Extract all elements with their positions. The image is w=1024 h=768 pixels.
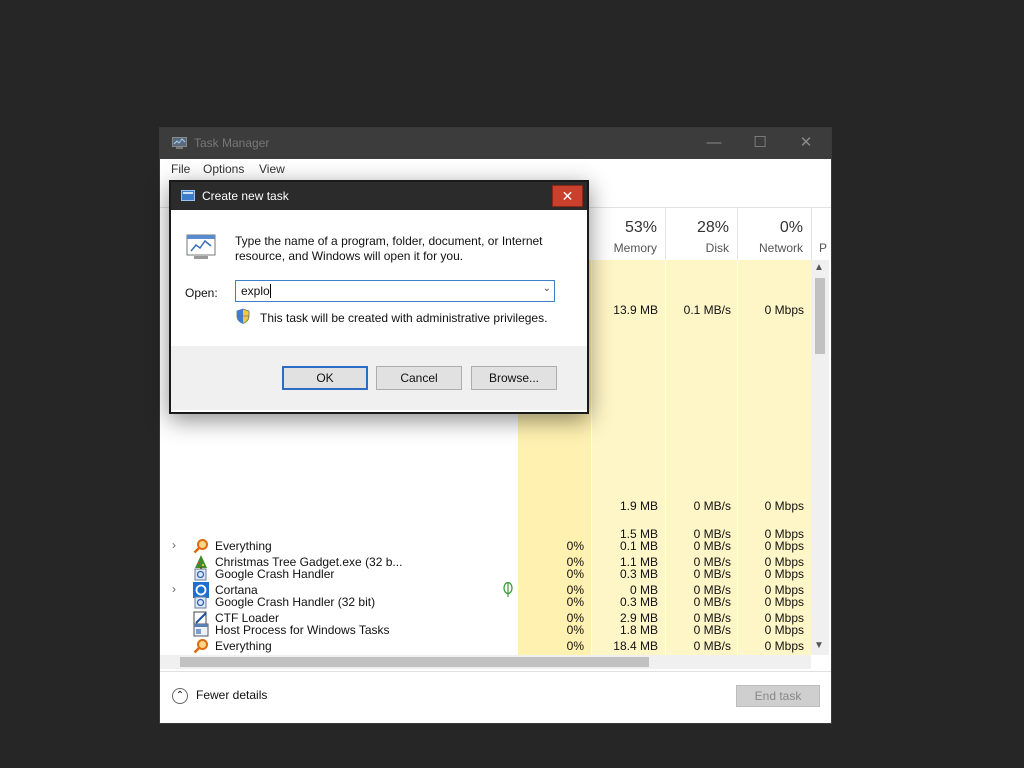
chevron-down-icon[interactable]: ⌄ — [543, 283, 551, 294]
network-value: 0 Mbps — [764, 499, 804, 513]
window-title: Task Manager — [194, 136, 270, 150]
dialog-titlebar[interactable]: Create new task ✕ — [171, 182, 587, 210]
task-manager-icon — [172, 137, 187, 149]
host-process-icon — [193, 623, 209, 637]
cpu-value: 0% — [566, 539, 584, 553]
disk-value: 0 MB/s — [693, 595, 731, 609]
magnifier-icon — [193, 539, 208, 554]
scroll-up-icon[interactable]: ▲ — [814, 262, 824, 273]
end-task-button[interactable]: End task — [736, 685, 820, 707]
table-row[interactable]: 1.9 MB 0 MB/s 0 Mbps — [160, 492, 811, 520]
horizontal-scroll-thumb[interactable] — [180, 657, 649, 667]
dialog-title: Create new task — [202, 189, 289, 203]
network-value: 0 Mbps — [764, 623, 804, 637]
ok-button[interactable]: OK — [282, 366, 368, 390]
network-value: 0 Mbps — [764, 595, 804, 609]
browse-button[interactable]: Browse... — [471, 366, 557, 390]
column-header-network[interactable]: 0% Network — [738, 208, 812, 260]
table-row[interactable]: › Everything 0% 0.1 MB 0 MB/s 0 Mbps — [160, 532, 811, 560]
create-new-task-dialog: Create new task ✕ Type the name of a pro… — [169, 180, 589, 414]
disk-value: 0.1 MB/s — [683, 303, 731, 317]
memory-value: 1.8 MB — [619, 623, 658, 637]
dialog-body: Type the name of a program, folder, docu… — [171, 210, 587, 346]
task-manager-titlebar[interactable]: Task Manager — ☐ ✕ — [160, 128, 831, 159]
crash-handler-icon — [194, 596, 207, 609]
process-name: Google Crash Handler — [215, 567, 335, 581]
maximize-icon: ☐ — [753, 134, 767, 151]
chevron-right-icon[interactable]: › — [172, 538, 176, 552]
fewer-details-link[interactable]: ⌃ Fewer details — [172, 688, 267, 704]
memory-value: 1.9 MB — [619, 499, 658, 513]
process-name: Host Process for Windows Tasks — [215, 623, 390, 637]
disk-percent: 28% — [696, 219, 729, 236]
memory-value: 0.3 MB — [619, 567, 658, 581]
minimize-icon: — — [706, 134, 722, 151]
memory-value: 0.1 MB — [619, 539, 658, 553]
open-input-value: explo — [241, 284, 270, 298]
memory-value: 0.3 MB — [619, 595, 658, 609]
maximize-button[interactable]: ☐ — [737, 128, 783, 159]
uac-shield-icon — [236, 308, 250, 324]
admin-privileges-note: This task will be created with administr… — [260, 311, 548, 325]
table-row[interactable]: Google Crash Handler (32 bit) 0% 0.3 MB … — [160, 588, 811, 616]
fewer-details-label: Fewer details — [196, 688, 268, 703]
cpu-value: 0% — [566, 623, 584, 637]
table-row[interactable]: Google Crash Handler 0% 0.3 MB 0 MB/s 0 … — [160, 560, 811, 588]
network-percent: 0% — [779, 219, 803, 236]
power-label: P — [819, 241, 828, 255]
network-value: 0 Mbps — [764, 303, 804, 317]
dialog-message-line-1: Type the name of a program, folder, docu… — [235, 234, 543, 248]
cancel-button[interactable]: Cancel — [376, 366, 462, 390]
dialog-button-bar: OK Cancel Browse... — [171, 346, 587, 410]
column-header-memory[interactable]: 53% Memory — [592, 208, 666, 260]
horizontal-scrollbar[interactable] — [160, 655, 811, 669]
scroll-down-icon[interactable]: ▼ — [814, 640, 824, 651]
memory-value: 13.9 MB — [613, 303, 658, 317]
dialog-message: Type the name of a program, folder, docu… — [235, 234, 565, 264]
vertical-scrollbar[interactable]: ▲ ▼ — [811, 260, 829, 655]
close-button[interactable]: ✕ — [783, 128, 829, 159]
open-combobox[interactable]: explo ⌄ — [235, 280, 555, 302]
close-icon: ✕ — [799, 134, 813, 151]
table-row[interactable]: Host Process for Windows Tasks 0% 1.8 MB… — [160, 616, 811, 644]
network-value: 0 Mbps — [764, 567, 804, 581]
text-caret — [270, 284, 271, 298]
dialog-close-button[interactable]: ✕ — [552, 185, 583, 207]
vertical-scroll-thumb[interactable] — [815, 278, 825, 354]
process-name: Google Crash Handler (32 bit) — [215, 595, 376, 609]
cpu-value: 0% — [566, 595, 584, 609]
task-manager-footer: ⌃ Fewer details End task — [160, 671, 831, 724]
dialog-message-line-2: resource, and Windows will open it for y… — [235, 249, 464, 263]
menu-view[interactable]: View — [259, 162, 285, 176]
menu-options[interactable]: Options — [203, 162, 244, 176]
run-icon — [181, 190, 195, 201]
chevron-up-icon: ⌃ — [172, 688, 188, 704]
disk-value: 0 MB/s — [693, 499, 731, 513]
cpu-value: 0% — [566, 567, 584, 581]
disk-value: 0 MB/s — [693, 567, 731, 581]
column-header-disk[interactable]: 28% Disk — [666, 208, 738, 260]
close-icon: ✕ — [561, 188, 574, 204]
menu-bar: File Options View — [160, 159, 831, 179]
network-value: 0 Mbps — [764, 539, 804, 553]
disk-value: 0 MB/s — [693, 539, 731, 553]
crash-handler-icon — [194, 568, 207, 581]
menu-file[interactable]: File — [171, 162, 190, 176]
program-window-icon — [186, 234, 216, 259]
network-label: Network — [758, 241, 803, 255]
memory-label: Memory — [613, 241, 657, 255]
column-header-power[interactable]: P — [812, 208, 831, 260]
disk-label: Disk — [705, 241, 729, 255]
open-label: Open: — [185, 286, 218, 300]
memory-percent: 53% — [624, 219, 657, 236]
minimize-button[interactable]: — — [691, 128, 737, 159]
process-name: Everything — [215, 539, 272, 553]
disk-value: 0 MB/s — [693, 623, 731, 637]
